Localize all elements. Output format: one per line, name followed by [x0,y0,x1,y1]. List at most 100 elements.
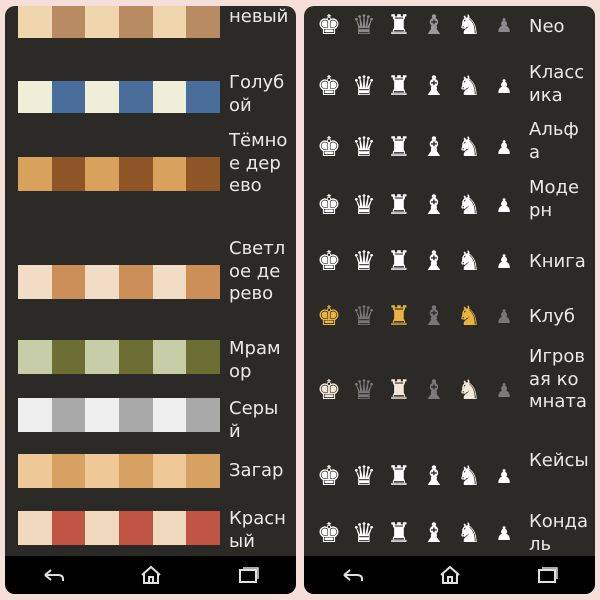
piece-option-label: Neo [529,16,565,37]
recents-button[interactable] [517,560,577,590]
board-option-label: Голубой [229,72,285,116]
pawn-icon: ♟ [495,15,513,37]
board-square [119,398,153,432]
recents-icon [537,567,558,583]
board-option-red[interactable]: Красный [5,508,296,556]
board-option-marble[interactable]: Мрамор [5,338,296,388]
board-swatch [18,81,220,113]
board-option-brown[interactable]: Коричневый [5,6,296,62]
bishop-icon: ♝ [421,71,447,102]
rook-icon: ♜ [386,10,412,41]
board-square [18,265,52,299]
piece-option-game-room[interactable]: ♚ ♛ ♜ ♝ ♞ ♟ Игровая комната [304,346,595,442]
home-button[interactable] [121,560,181,590]
king-icon: ♚ [316,375,342,406]
board-square [119,265,153,299]
board-square [186,454,220,488]
piece-option-label: Книга [529,251,586,272]
piece-option-label: Кейсы [529,450,589,471]
board-swatch [18,265,220,299]
piece-option-modern[interactable]: ♚ ♛ ♜ ♝ ♞ ♟ Модерн [304,177,595,229]
back-button[interactable] [24,560,84,590]
board-square [152,81,187,113]
king-icon: ♚ [316,71,342,102]
board-square [18,157,52,191]
board-option-tan[interactable]: Загар [5,454,296,500]
board-square [51,157,86,191]
queen-icon: ♛ [351,246,377,277]
board-square [152,265,187,299]
board-square [152,340,187,374]
piece-style-list[interactable]: ♚ ♛ ♜ ♝ ♞ ♟ Neo ♚ ♛ ♜ ♝ ♞ ♟ Классика ♚ ♛ ♜ ♝ ♞ ♟ Альфа … [304,6,595,556]
queen-icon: ♛ [351,190,377,221]
piece-option-condal[interactable]: ♚ ♛ ♜ ♝ ♞ ♟ Кондаль [304,506,595,556]
board-square [85,265,120,299]
board-square [51,81,86,113]
board-swatch [18,511,220,545]
piece-option-club[interactable]: ♚ ♛ ♜ ♝ ♞ ♟ Клуб [304,294,595,338]
piece-option-book[interactable]: ♚ ♛ ♜ ♝ ♞ ♟ Книга [304,241,595,285]
board-square [119,511,153,545]
board-square [152,157,187,191]
knight-icon: ♞ [456,132,482,163]
board-square [51,6,86,38]
pawn-icon: ♟ [495,137,513,159]
king-icon: ♚ [316,190,342,221]
board-square [85,511,120,545]
piece-option-neo[interactable]: ♚ ♛ ♜ ♝ ♞ ♟ Neo [304,6,595,50]
knight-icon: ♞ [456,246,482,277]
board-square [18,511,52,545]
piece-option-cases[interactable]: ♚ ♛ ♜ ♝ ♞ ♟ Кейсы [304,450,595,502]
piece-preview: ♚ ♛ ♜ ♝ ♞ ♟ [314,302,519,332]
board-square [51,398,86,432]
queen-icon: ♛ [351,132,377,163]
board-square [85,81,120,113]
board-square [85,398,120,432]
king-icon: ♚ [316,10,342,41]
board-option-gray[interactable]: Серый [5,398,296,448]
board-square [18,6,52,38]
pawn-icon: ♟ [495,523,513,545]
back-icon [342,569,363,581]
king-icon: ♚ [316,301,342,332]
board-square [18,454,52,488]
queen-icon: ♛ [351,375,377,406]
pawn-icon: ♟ [495,306,513,328]
board-square [85,6,120,38]
piece-option-label: Игровая комната [529,346,587,412]
board-square [152,511,187,545]
board-square [18,398,52,432]
home-button[interactable] [420,560,480,590]
board-option-label: Тёмное дерево [229,130,288,196]
piece-preview: ♚ ♛ ♜ ♝ ♞ ♟ [314,519,519,549]
board-square [186,340,220,374]
board-square [119,157,153,191]
knight-icon: ♞ [456,375,482,406]
knight-icon: ♞ [456,301,482,332]
board-swatch [18,454,220,488]
piece-option-alpha[interactable]: ♚ ♛ ♜ ♝ ♞ ♟ Альфа [304,119,595,171]
piece-preview: ♚ ♛ ♜ ♝ ♞ ♟ [314,133,519,163]
board-square [186,157,220,191]
rook-icon: ♜ [386,190,412,221]
board-style-list[interactable]: Коричневый Голубой Тёмное дерево Светлое… [5,6,296,556]
board-option-label: Мрамор [229,338,281,382]
board-option-blue[interactable]: Голубой [5,72,296,122]
board-square [119,454,153,488]
board-square [85,157,120,191]
pawn-icon: ♟ [495,195,513,217]
back-button[interactable] [323,560,383,590]
bishop-icon: ♝ [421,246,447,277]
recents-icon [238,567,259,583]
board-option-dark-wood[interactable]: Тёмное дерево [5,130,296,224]
board-square [186,398,220,432]
board-square [18,340,52,374]
board-option-light-wood[interactable]: Светлое дерево [5,238,296,332]
rook-icon: ♜ [386,301,412,332]
board-square [18,81,52,113]
piece-option-classic[interactable]: ♚ ♛ ♜ ♝ ♞ ♟ Классика [304,62,595,114]
king-icon: ♚ [316,518,342,549]
recents-button[interactable] [218,560,278,590]
piece-preview: ♚ ♛ ♜ ♝ ♞ ♟ [314,191,519,221]
board-option-label: Серый [229,398,279,442]
